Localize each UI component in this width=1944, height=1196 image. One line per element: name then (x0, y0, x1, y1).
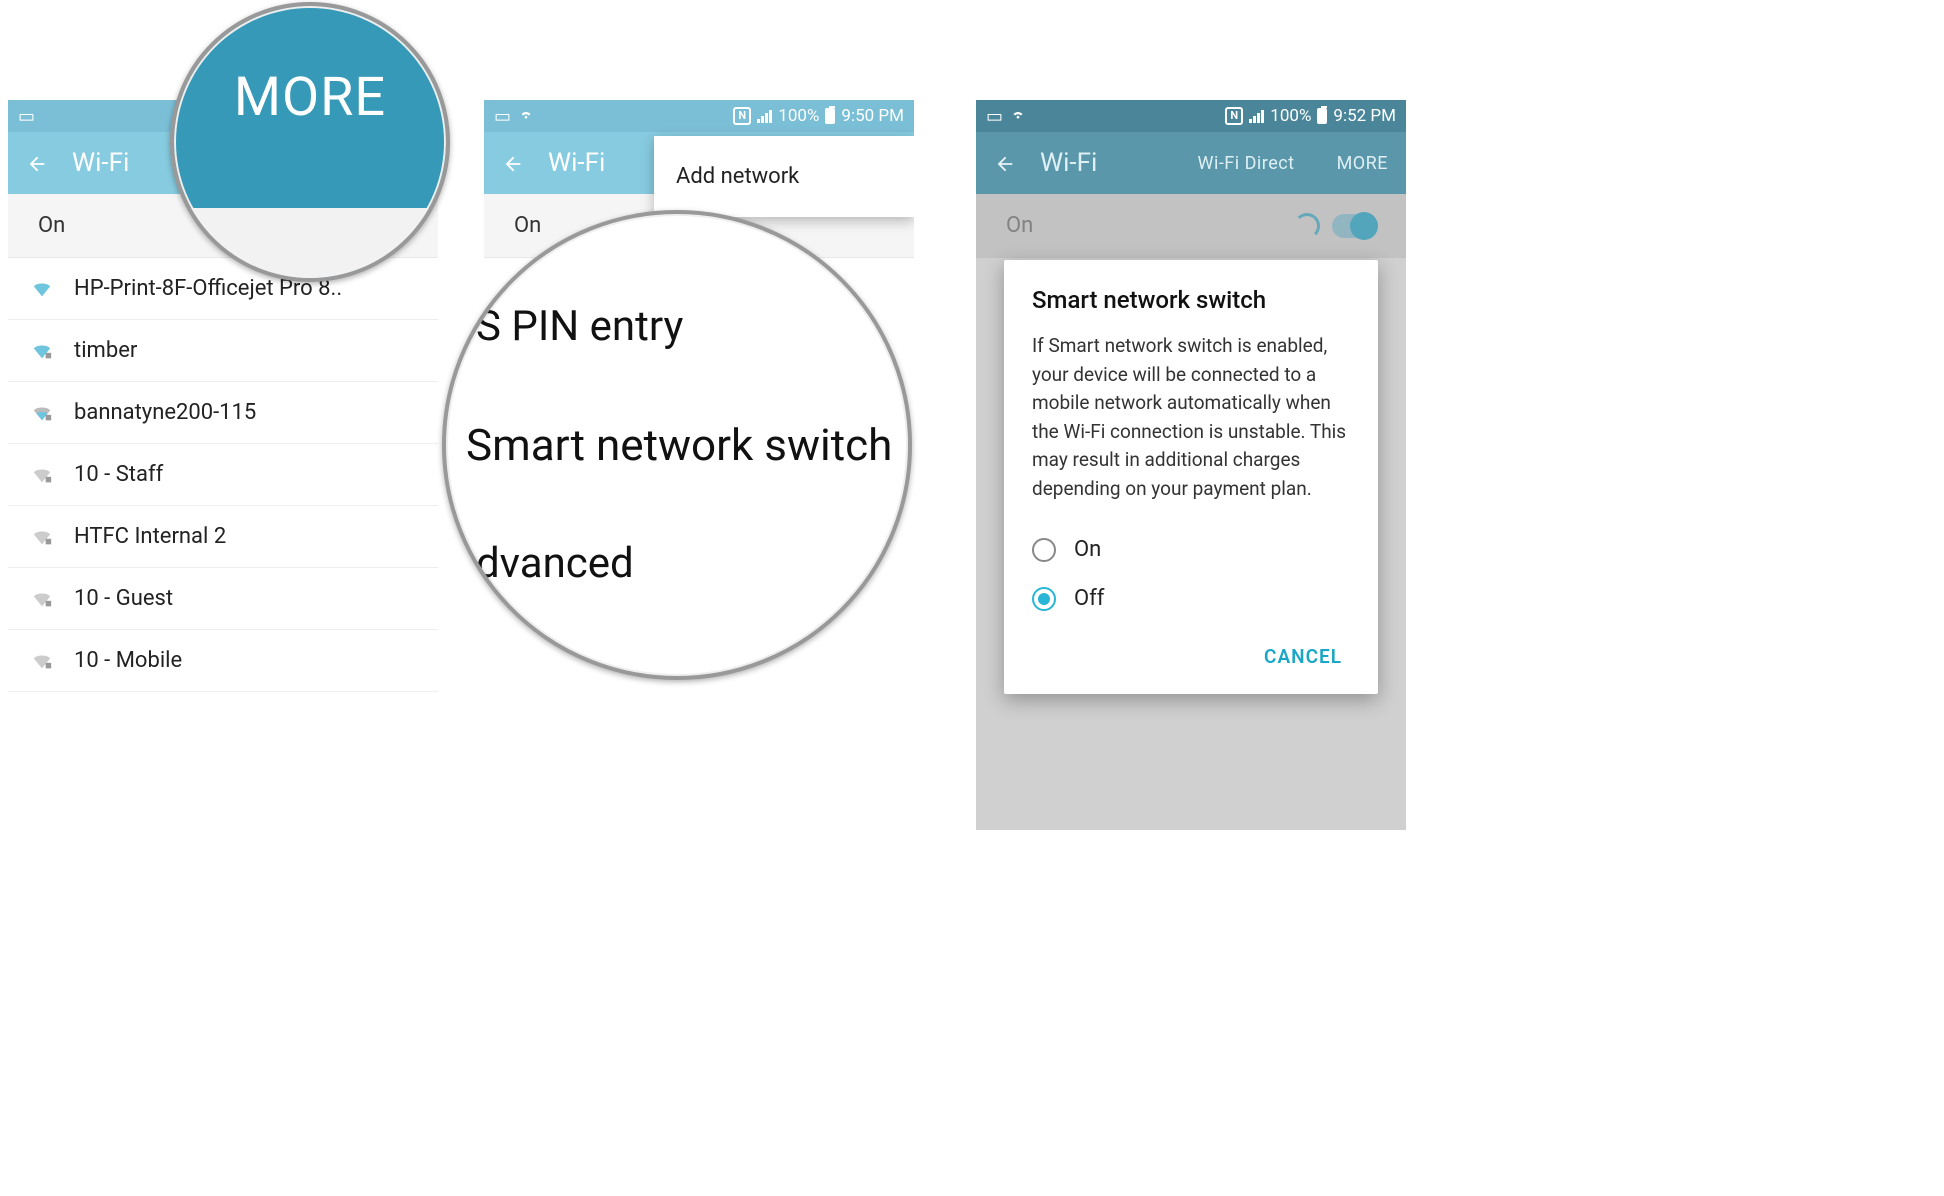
dialog-actions: CANCEL (1032, 623, 1350, 676)
status-bar: ▭ N 100% 9:50 PM (484, 100, 914, 132)
dialog-body-text: If Smart network switch is enabled, your… (1032, 332, 1350, 503)
battery-percent: 100% (778, 106, 819, 126)
battery-icon (1317, 108, 1327, 124)
callout-magnifier-more: MORE (170, 2, 450, 282)
wifi-signal-lock-icon (28, 526, 56, 548)
wifi-network-item[interactable]: 10 - Guest (8, 568, 438, 630)
callout-magnifier-menu: S PIN entry Smart network switch dvanced (442, 210, 912, 680)
network-name: HTFC Internal 2 (74, 524, 226, 549)
more-menu-dropdown: Add network (654, 136, 914, 217)
cellular-signal-icon (1249, 109, 1264, 123)
network-name: 10 - Guest (74, 586, 173, 611)
wifi-signal-lock-icon (28, 650, 56, 672)
network-name: 10 - Staff (74, 462, 163, 487)
wifi-status-icon (1009, 105, 1027, 128)
notification-icon: ▭ (18, 106, 35, 127)
magnifier-bg-strip (174, 208, 446, 278)
cancel-button[interactable]: CANCEL (1256, 637, 1350, 676)
back-icon[interactable] (26, 152, 48, 174)
wifi-network-list: HP-Print-8F-Officejet Pro 8.. timber ban… (8, 258, 438, 692)
radio-label: Off (1074, 586, 1104, 611)
wifi-signal-lock-icon (28, 402, 56, 424)
radio-option-off[interactable]: Off (1032, 574, 1350, 623)
back-icon[interactable] (994, 152, 1016, 174)
wifi-network-item[interactable]: timber (8, 320, 438, 382)
network-name: 10 - Mobile (74, 648, 182, 673)
magnified-more-text: MORE (234, 66, 386, 129)
network-name: timber (74, 338, 137, 363)
cellular-signal-icon (757, 109, 772, 123)
notification-icon: ▭ (986, 106, 1003, 127)
dialog-title: Smart network switch (1032, 286, 1350, 314)
network-name: bannatyne200-115 (74, 400, 256, 425)
smart-network-switch-dialog: Smart network switch If Smart network sw… (1004, 260, 1378, 694)
app-bar-title: Wi-Fi (1040, 148, 1097, 178)
wifi-direct-button[interactable]: Wi-Fi Direct (1197, 153, 1294, 174)
wifi-network-item[interactable]: 10 - Mobile (8, 630, 438, 692)
battery-icon (825, 108, 835, 124)
clock-time: 9:50 PM (841, 106, 904, 126)
app-bar-title: Wi-Fi (72, 148, 129, 178)
magnified-menu-advanced: dvanced (466, 511, 908, 616)
wifi-signal-icon (28, 278, 56, 300)
on-label: On (38, 213, 65, 238)
magnified-menu-wps-pin: S PIN entry (466, 274, 908, 379)
app-bar: Wi-Fi Wi-Fi Direct MORE (976, 132, 1406, 194)
wifi-network-item[interactable]: HTFC Internal 2 (8, 506, 438, 568)
radio-icon (1032, 538, 1056, 562)
screenshot-3: ▭ N 100% 9:52 PM Wi-Fi Wi-Fi Direct MORE… (976, 100, 1406, 830)
nfc-icon: N (1225, 107, 1243, 125)
wifi-network-item[interactable]: 10 - Staff (8, 444, 438, 506)
radio-label: On (1074, 537, 1101, 562)
magnified-menu-smart-network-switch: Smart network switch (466, 379, 908, 511)
back-icon[interactable] (502, 152, 524, 174)
more-button[interactable]: MORE (1337, 153, 1388, 174)
radio-icon-checked (1032, 587, 1056, 611)
wifi-status-icon (517, 105, 535, 128)
wifi-network-item[interactable]: bannatyne200-115 (8, 382, 438, 444)
battery-percent: 100% (1270, 106, 1311, 126)
wifi-signal-lock-icon (28, 588, 56, 610)
notification-icon: ▭ (494, 106, 511, 127)
nfc-icon: N (733, 107, 751, 125)
clock-time: 9:52 PM (1333, 106, 1396, 126)
app-bar-title: Wi-Fi (548, 148, 605, 178)
menu-item-add-network[interactable]: Add network (654, 144, 914, 209)
wifi-signal-lock-icon (28, 464, 56, 486)
status-bar: ▭ N 100% 9:52 PM (976, 100, 1406, 132)
wifi-signal-lock-icon (28, 340, 56, 362)
on-label: On (514, 213, 541, 238)
radio-option-on[interactable]: On (1032, 525, 1350, 574)
